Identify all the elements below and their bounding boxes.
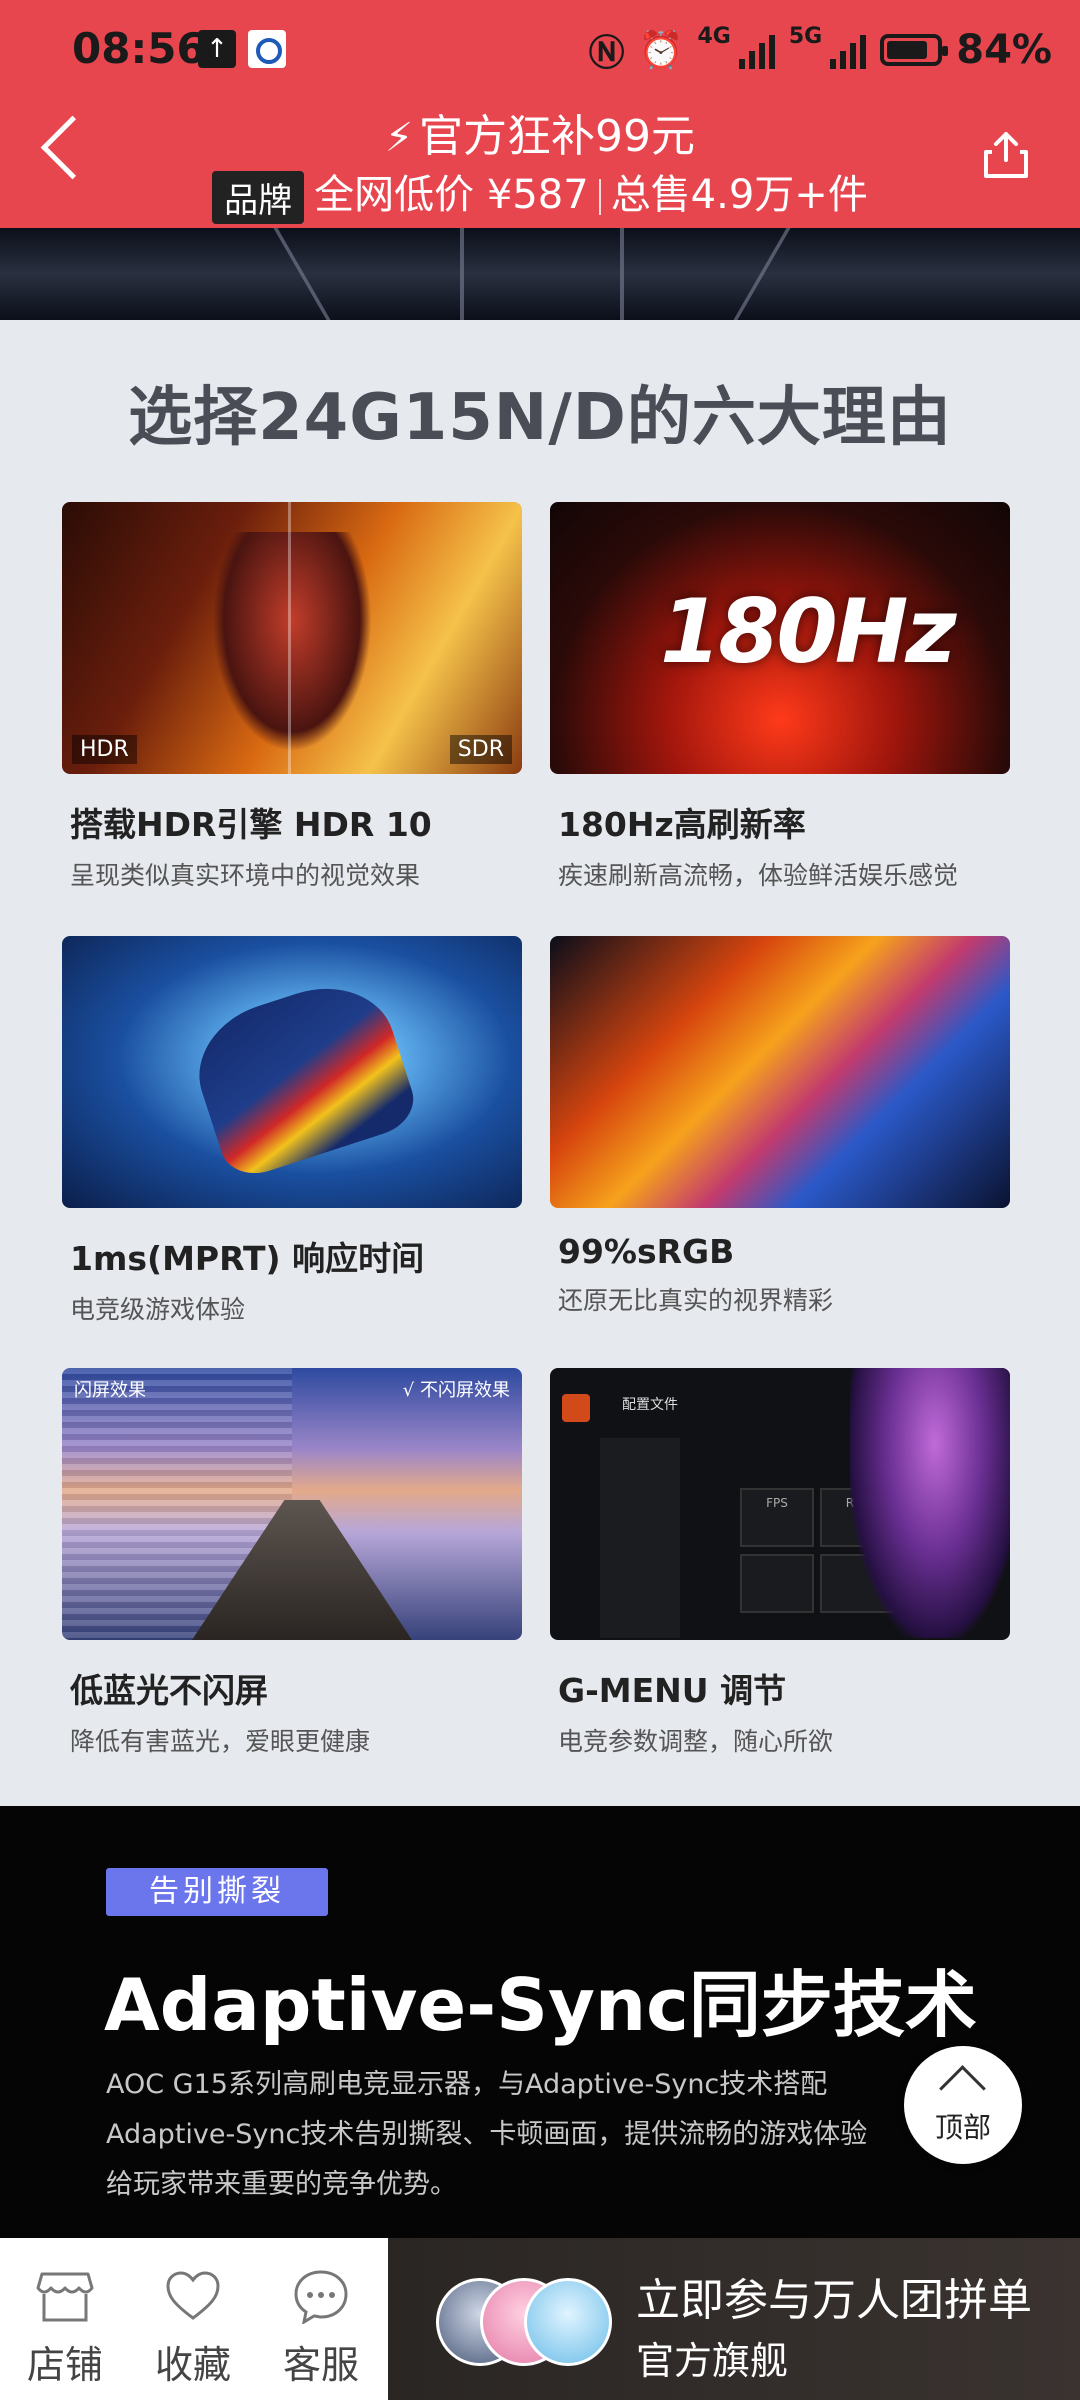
notification-bank-app-icon xyxy=(248,30,286,68)
no-flicker-label: √ 不闪屏效果 xyxy=(402,1380,510,1401)
reason-title: G-MENU 调节 xyxy=(558,1671,787,1710)
reason-card-180hz[interactable]: 180Hz 180Hz高刷新率 疾速刷新高流畅，体验鲜活娱乐感觉 xyxy=(550,502,1010,892)
sync-tag: 告别撕裂 xyxy=(106,1868,328,1916)
reason-title: 1ms(MPRT) 响应时间 xyxy=(70,1239,425,1278)
adaptive-sync-section: 告别撕裂 Adaptive-Sync同步技术 AOC G15系列高刷电竞显示器，… xyxy=(0,1806,1080,2238)
network-5g-label: 5G xyxy=(788,24,823,49)
reason-card-low-blue[interactable]: 闪屏效果 √ 不闪屏效果 低蓝光不闪屏 降低有害蓝光，爱眼更健康 xyxy=(62,1368,522,1758)
group-buy-button[interactable]: 立即参与万人团拼单 官方旗舰 xyxy=(388,2238,1080,2400)
road-line xyxy=(733,228,791,320)
f1-car-image xyxy=(62,936,522,1208)
hdr-sdr-divider xyxy=(288,502,291,774)
road-line xyxy=(273,228,331,320)
brand-tag: 品牌 xyxy=(212,170,305,224)
reason-subtitle: 疾速刷新高流畅，体验鲜活娱乐感觉 xyxy=(558,861,959,890)
status-icons: Ⓝ ⏰ 4G 5G 84% xyxy=(589,24,1052,76)
sync-line: AOC G15系列高刷电竞显示器，与Adaptive-Sync技术搭配 xyxy=(106,2069,828,2100)
status-bar: 08:56 ↑ Ⓝ ⏰ 4G 5G 84% xyxy=(0,0,1080,104)
reason-subtitle: 电竞参数调整，随心所欲 xyxy=(558,1727,834,1756)
reason-card-response[interactable]: 1ms(MPRT) 响应时间 电竞级游戏体验 xyxy=(62,936,522,1326)
back-to-top-label: 顶部 xyxy=(934,2111,991,2144)
reason-card-hdr[interactable]: HDR SDR 搭载HDR引擎 HDR 10 呈现类似真实环境中的视觉效果 xyxy=(62,502,522,892)
back-to-top-button[interactable]: 顶部 xyxy=(904,2046,1022,2164)
signal-icon-2 xyxy=(830,31,867,69)
store-label: 店铺 xyxy=(26,2343,103,2387)
heart-icon xyxy=(166,2271,220,2320)
nfc-icon: Ⓝ xyxy=(588,33,625,74)
chat-bubble-icon xyxy=(294,2270,348,2324)
180hz-graphic-text: 180Hz xyxy=(660,580,957,683)
divider xyxy=(598,179,601,215)
price-info-row: 品牌 全网低价 ¥587 总售4.9万+件 xyxy=(0,162,1080,224)
sync-description: AOC G15系列高刷电竞显示器，与Adaptive-Sync技术搭配 Adap… xyxy=(106,2060,867,2210)
sync-line: Adaptive-Sync技术告别撕裂、卡顿画面，提供流畅的游戏体验 xyxy=(106,2119,868,2150)
signal-icon-1 xyxy=(738,31,775,69)
hdr-label: HDR xyxy=(72,735,137,764)
gmenu-box: FPS xyxy=(740,1488,814,1547)
color-wave-image xyxy=(550,936,1010,1208)
hero-image-strip xyxy=(0,228,1080,320)
group-buy-subtitle: 官方旗舰 xyxy=(636,2339,789,2383)
road-line xyxy=(460,228,464,320)
status-time: 08:56 xyxy=(72,24,206,73)
network-4g-label: 4G xyxy=(697,24,731,49)
gmenu-logo xyxy=(562,1394,590,1422)
gmenu-software-image: 配置文件 FPS RTS xyxy=(550,1368,1010,1640)
reason-subtitle: 呈现类似真实环境中的视觉效果 xyxy=(70,861,421,890)
battery-percent: 84% xyxy=(956,27,1052,73)
sync-heading: Adaptive-Sync同步技术 xyxy=(104,1963,977,2047)
reason-subtitle: 电竞级游戏体验 xyxy=(70,1295,246,1324)
store-button[interactable]: 店铺 xyxy=(0,2238,130,2400)
gmenu-box xyxy=(740,1554,814,1613)
six-reasons-section: 选择24G15N/D的六大理由 HDR SDR 搭载HDR引擎 HDR 10 呈… xyxy=(0,320,1080,1806)
section-title: 选择24G15N/D的六大理由 xyxy=(128,381,952,455)
reason-subtitle: 降低有害蓝光，爱眼更健康 xyxy=(70,1727,371,1756)
sdr-label: SDR xyxy=(449,735,512,764)
store-icon xyxy=(36,2272,94,2322)
gmenu-profile-header: 配置文件 xyxy=(622,1397,678,1413)
reason-subtitle: 还原无比真实的视界精彩 xyxy=(558,1286,834,1315)
battery-fill xyxy=(887,41,928,59)
warrior-figure xyxy=(212,532,372,752)
reason-card-gmenu[interactable]: 配置文件 FPS RTS G-MENU 调节 电竞参数调整，随心所欲 xyxy=(550,1368,1010,1758)
service-label: 客服 xyxy=(282,2343,359,2387)
bottom-action-bar: 店铺 收藏 客服 立即参与万人团拼单 官方旗舰 xyxy=(0,2238,1080,2400)
hdr-comparison-image: HDR SDR xyxy=(62,502,522,774)
avatar xyxy=(524,2278,612,2366)
promo-banner: ⚡ 官方狂补99元 xyxy=(0,100,1080,164)
top-header: 08:56 ↑ Ⓝ ⏰ 4G 5G 84% ⚡ 官方狂补99元 品牌 全网低价 ¥5… xyxy=(0,0,1080,228)
total-sold-text: 总售4.9万+件 xyxy=(610,172,868,218)
battery-icon xyxy=(880,34,949,66)
game-character-figure xyxy=(850,1368,1010,1638)
pier-sunset-image: 闪屏效果 √ 不闪屏效果 xyxy=(62,1368,522,1640)
chevron-up-icon xyxy=(939,2065,986,2112)
sync-line: 给玩家带来重要的竞争优势。 xyxy=(106,2169,457,2200)
lightning-icon: ⚡ xyxy=(384,115,414,161)
racing-car-image: 180Hz xyxy=(550,502,1010,774)
notification-upload-icon: ↑ xyxy=(198,30,236,68)
favorite-label: 收藏 xyxy=(154,2343,231,2387)
alarm-icon: ⏰ xyxy=(638,30,684,71)
reason-card-srgb[interactable]: 99%sRGB 还原无比真实的视界精彩 xyxy=(550,936,1010,1317)
gmenu-sidebar xyxy=(600,1438,680,1638)
low-price-text: 全网低价 ¥587 xyxy=(314,172,589,218)
promo-text: 官方狂补99元 xyxy=(419,111,696,162)
share-icon[interactable] xyxy=(982,130,1030,180)
f1-car-shape xyxy=(182,969,422,1183)
reason-title: 低蓝光不闪屏 xyxy=(70,1671,268,1710)
reason-title: 180Hz高刷新率 xyxy=(558,805,806,844)
customer-service-button[interactable]: 客服 xyxy=(256,2238,386,2400)
reason-title: 搭载HDR引擎 HDR 10 xyxy=(70,805,432,844)
road-line xyxy=(620,228,624,320)
flicker-label: 闪屏效果 xyxy=(74,1380,146,1401)
group-buy-title: 立即参与万人团拼单 xyxy=(636,2275,1032,2326)
reason-title: 99%sRGB xyxy=(558,1232,735,1271)
favorite-button[interactable]: 收藏 xyxy=(128,2238,258,2400)
